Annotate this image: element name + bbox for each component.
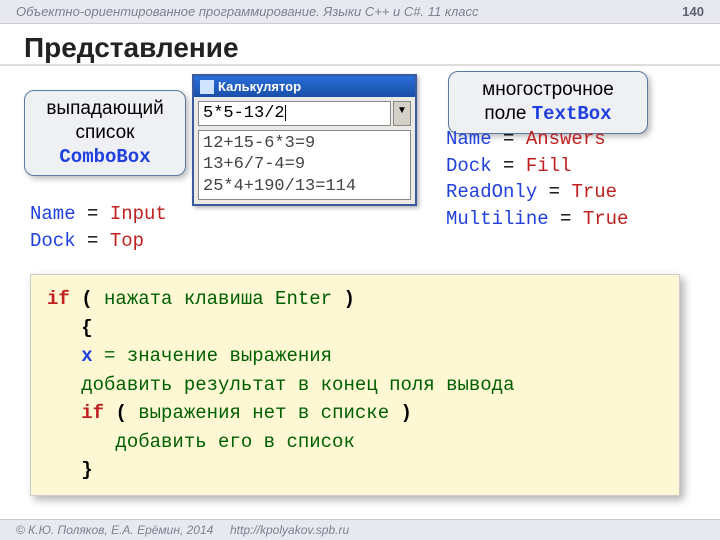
answers-output: 12+15-6*3=9 13+6/7-4=9 25*4+190/13=114 — [198, 130, 411, 200]
footer: © К.Ю. Поляков, Е.А. Ерёмин, 2014 http:/… — [0, 519, 720, 540]
callout-text: список — [76, 122, 135, 143]
input-row: 5*5-13/2 ▼ — [194, 97, 415, 130]
window-title: Калькулятор — [218, 79, 301, 94]
dropdown-button[interactable]: ▼ — [393, 101, 411, 126]
content: выпадающий список ComboBox многострочное… — [0, 66, 720, 506]
pseudocode-block: if ( нажата клавиша Enter ) { x = значен… — [30, 274, 680, 496]
caret-icon — [285, 105, 286, 121]
page-title: Представление — [0, 24, 720, 66]
callout-text: выпадающий — [46, 98, 163, 119]
footer-url: http://kpolyakov.spb.ru — [230, 523, 349, 537]
callout-text: поле — [484, 103, 531, 124]
output-line: 12+15-6*3=9 — [203, 133, 406, 154]
course-label: Объектно-ориентированное программировани… — [16, 4, 479, 19]
props-input: Name = Input Dock = Top — [30, 201, 167, 254]
app-icon — [200, 80, 214, 94]
window-titlebar: Калькулятор — [194, 76, 415, 97]
callout-text: многострочное — [482, 79, 614, 100]
expression-input[interactable]: 5*5-13/2 — [198, 101, 391, 126]
callout-keyword: TextBox — [532, 103, 612, 125]
header: Объектно-ориентированное программировани… — [0, 0, 720, 24]
output-line: 13+6/7-4=9 — [203, 154, 406, 175]
callout-combobox: выпадающий список ComboBox — [24, 90, 186, 176]
props-answers: Name = Answers Dock = Fill ReadOnly = Tr… — [446, 126, 628, 232]
callout-keyword: ComboBox — [59, 146, 150, 168]
page-number: 140 — [682, 4, 704, 19]
output-line: 25*4+190/13=114 — [203, 176, 406, 197]
calculator-window: Калькулятор 5*5-13/2 ▼ 12+15-6*3=9 13+6/… — [192, 74, 417, 206]
callout-textbox: многострочное поле TextBox — [448, 71, 648, 134]
footer-copyright: © К.Ю. Поляков, Е.А. Ерёмин, 2014 — [16, 523, 213, 537]
